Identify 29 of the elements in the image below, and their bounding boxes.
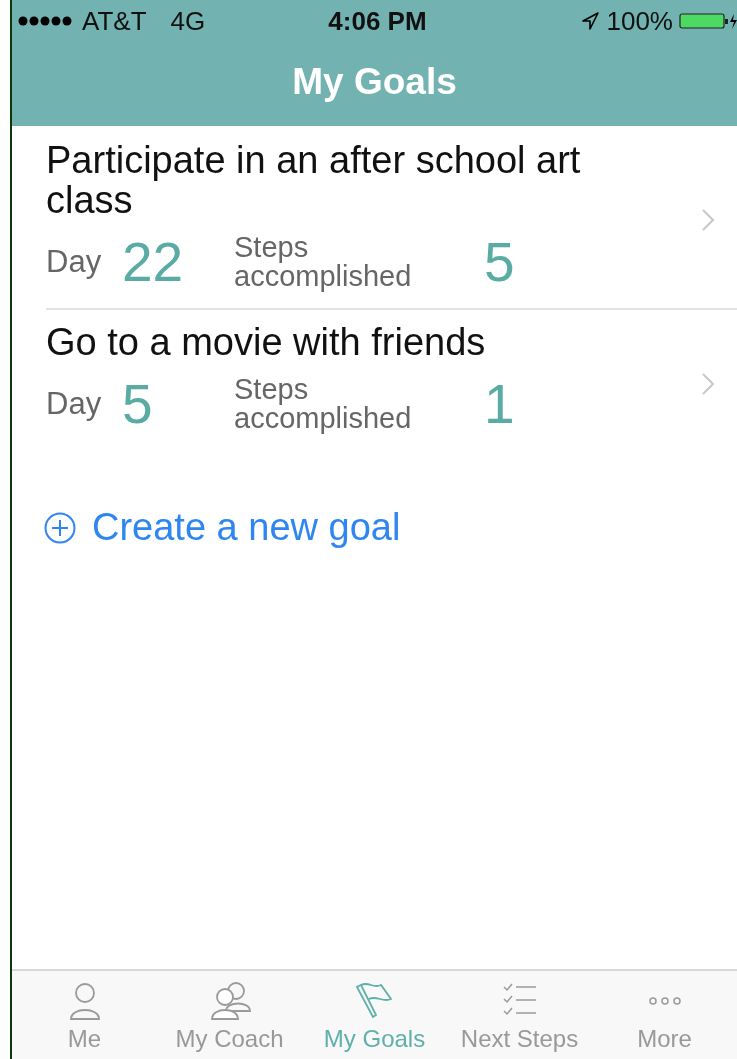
goal-row[interactable]: Go to a movie with friends Day 5 Steps accomplished 1	[46, 308, 737, 450]
create-goal-button[interactable]: Create a new goal	[44, 506, 401, 549]
battery-percent: 100%	[606, 5, 673, 37]
tab-item[interactable]: Me	[14, 971, 155, 1059]
chevron-icon	[701, 208, 715, 232]
day-label: Day	[46, 244, 103, 280]
tab-item[interactable]: More	[594, 971, 735, 1059]
location-arrow-icon	[580, 11, 601, 31]
goal-row[interactable]: Participate in an after school art class Day 22 Steps accomplished 5	[12, 126, 737, 308]
network-label: 4G	[170, 5, 206, 37]
steps-label: Steps accomplished	[234, 233, 413, 291]
steps-count: 1	[484, 372, 515, 436]
plus-circle-icon	[44, 511, 76, 544]
day-count: 22	[122, 230, 185, 294]
goal-title: Participate in an after school art class	[46, 140, 582, 220]
more-icon	[648, 997, 681, 1005]
tab-item[interactable]: My Coach	[159, 971, 300, 1059]
screen-title: My Goals	[292, 61, 457, 103]
carrier-label: AT&T	[82, 5, 147, 37]
clock-time: 4:06 PM	[328, 5, 427, 36]
day-label: Day	[46, 386, 103, 422]
steps-label: Steps accomplished	[234, 375, 413, 433]
tab-item[interactable]: Next Steps	[449, 971, 590, 1059]
tab-item[interactable]: My Goals	[304, 971, 445, 1059]
battery-icon	[679, 12, 737, 30]
chevron-icon	[701, 372, 715, 396]
day-count: 5	[122, 372, 154, 436]
steps-count: 5	[484, 230, 515, 294]
goal-title: Go to a movie with friends	[46, 322, 487, 362]
